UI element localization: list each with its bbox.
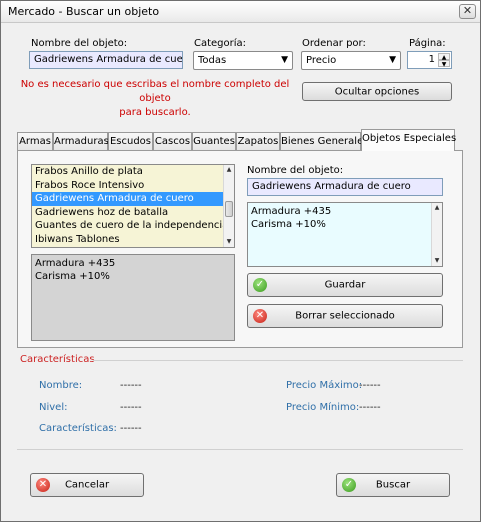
title-bar[interactable]: Mercado - Buscar un objeto ✕ bbox=[1, 1, 480, 23]
editor-name-value: Gadriewens Armadura de cuero bbox=[252, 181, 411, 192]
max-price-label: Precio Máximo: bbox=[286, 380, 363, 391]
object-name-input[interactable]: Gadriewens Armadura de cuero bbox=[29, 51, 183, 69]
tab-content-objetos-especiales: Frabos Anillo de plata Frabos Roce Inten… bbox=[17, 150, 463, 348]
search-object-window: Mercado - Buscar un objeto ✕ Nombre del … bbox=[0, 0, 481, 522]
item-stats-display: Armadura +435 Carisma +10% bbox=[31, 254, 235, 341]
tab-escudos[interactable]: Escudos bbox=[108, 132, 153, 151]
tab-cascos[interactable]: Cascos bbox=[153, 132, 192, 151]
search-hint-line2: para buscarlo. bbox=[119, 107, 191, 118]
list-item[interactable]: Gadriewens hoz de batalla bbox=[32, 206, 234, 220]
spin-down-icon[interactable]: ▼ bbox=[438, 60, 450, 68]
stat-line: Armadura +435 bbox=[35, 258, 116, 269]
char-level-value: ------ bbox=[120, 402, 142, 413]
stat-line: Armadura +435 bbox=[251, 206, 332, 217]
hide-options-button[interactable]: Ocultar opciones bbox=[302, 82, 452, 101]
max-price-value: ------ bbox=[359, 380, 381, 391]
save-label: Guardar bbox=[324, 279, 366, 291]
items-scrollbar[interactable]: ▲ ▼ bbox=[223, 165, 234, 247]
hide-options-label: Ocultar opciones bbox=[334, 86, 420, 97]
tab-label: Bienes Generales bbox=[281, 136, 369, 147]
char-level-label: Nivel: bbox=[39, 402, 68, 413]
chevron-down-icon: ▼ bbox=[281, 55, 288, 65]
tab-guantes[interactable]: Guantes bbox=[192, 132, 236, 151]
tab-armas[interactable]: Armas bbox=[17, 132, 53, 151]
order-label: Ordenar por: bbox=[302, 38, 366, 49]
save-button[interactable]: ✓ Guardar bbox=[247, 273, 443, 297]
scroll-down-icon[interactable]: ▼ bbox=[224, 237, 234, 247]
characteristics-top-line bbox=[93, 360, 463, 361]
delete-selected-button[interactable]: ✕ Borrar seleccionado bbox=[247, 304, 443, 328]
characteristics-title: Características bbox=[20, 354, 95, 365]
search-options-panel: Nombre del objeto: Gadriewens Armadura d… bbox=[17, 31, 463, 118]
items-listbox[interactable]: Frabos Anillo de plata Frabos Roce Inten… bbox=[31, 164, 235, 248]
scroll-up-icon[interactable]: ▲ bbox=[432, 203, 442, 213]
category-select[interactable]: Todas ▼ bbox=[193, 51, 293, 70]
scroll-up-icon[interactable]: ▲ bbox=[224, 165, 234, 175]
min-price-label: Precio Mínimo: bbox=[286, 402, 360, 413]
tab-armaduras[interactable]: Armaduras bbox=[53, 132, 109, 151]
search-label: Buscar bbox=[375, 479, 411, 491]
characteristics-bottom-line bbox=[17, 449, 463, 450]
tab-label: Objetos Especiales bbox=[362, 133, 457, 144]
scroll-thumb[interactable] bbox=[225, 201, 233, 217]
stat-line: Carisma +10% bbox=[35, 271, 110, 282]
page-value: 1 bbox=[428, 54, 435, 65]
editor-scrollbar[interactable]: ▲ ▼ bbox=[431, 203, 442, 266]
spin-up-icon[interactable]: ▲ bbox=[438, 53, 450, 61]
category-label: Categoría: bbox=[194, 38, 247, 49]
min-price-value: ------ bbox=[359, 402, 381, 413]
char-chars-label: Características: bbox=[39, 423, 117, 434]
object-name-label: Nombre del objeto: bbox=[31, 38, 128, 49]
char-chars-value: ------ bbox=[120, 423, 142, 434]
editor-name-input[interactable]: Gadriewens Armadura de cuero bbox=[247, 178, 443, 196]
tab-objetos-especiales[interactable]: Objetos Especiales bbox=[361, 129, 457, 151]
list-item[interactable]: Guantes de cuero de la independencia bbox=[32, 219, 234, 233]
category-value: Todas bbox=[198, 55, 227, 66]
search-hint-line1: No es necesario que escribas el nombre c… bbox=[20, 79, 290, 104]
char-name-value: ------ bbox=[120, 380, 142, 391]
delete-label: Borrar seleccionado bbox=[295, 310, 395, 322]
object-name-value: Gadriewens Armadura de cuero bbox=[34, 54, 183, 65]
tab-label: Escudos bbox=[109, 136, 152, 147]
page-spinner[interactable]: 1 ▲ ▼ bbox=[407, 51, 452, 69]
list-item-selected[interactable]: Gadriewens Armadura de cuero bbox=[32, 192, 234, 206]
tab-label: Cascos bbox=[154, 136, 191, 147]
char-name-label: Nombre: bbox=[39, 380, 83, 391]
close-icon: ✕ bbox=[462, 4, 473, 17]
window-title: Mercado - Buscar un objeto bbox=[8, 5, 160, 18]
page-label: Página: bbox=[409, 38, 446, 49]
order-select[interactable]: Precio ▼ bbox=[301, 51, 401, 70]
cancel-button[interactable]: ✕ Cancelar bbox=[30, 473, 144, 497]
tab-label: Armaduras bbox=[54, 136, 109, 147]
search-hint: No es necesario que escribas el nombre c… bbox=[17, 78, 293, 120]
cancel-label: Cancelar bbox=[64, 479, 110, 491]
list-item[interactable]: Ibiwans Tablones bbox=[32, 233, 234, 247]
close-button[interactable]: ✕ bbox=[459, 4, 476, 19]
order-value: Precio bbox=[306, 55, 337, 66]
tab-label: Guantes bbox=[193, 136, 235, 147]
tab-label: Armas bbox=[19, 136, 51, 147]
editor-stats-textarea[interactable]: Armadura +435 Carisma +10% ▲ ▼ bbox=[247, 202, 443, 267]
chevron-down-icon: ▼ bbox=[389, 55, 396, 65]
tab-zapatos[interactable]: Zapatos bbox=[236, 132, 280, 151]
tab-label: Zapatos bbox=[237, 136, 279, 147]
tab-bienes-generales[interactable]: Bienes Generales bbox=[280, 132, 368, 151]
list-item[interactable]: Frabos Roce Intensivo bbox=[32, 179, 234, 193]
stat-line: Carisma +10% bbox=[251, 219, 326, 230]
list-item[interactable]: Frabos Anillo de plata bbox=[32, 165, 234, 179]
scroll-down-icon[interactable]: ▼ bbox=[432, 256, 442, 266]
editor-name-label: Nombre del objeto: bbox=[247, 165, 344, 176]
search-button[interactable]: ✓ Buscar bbox=[336, 473, 450, 497]
